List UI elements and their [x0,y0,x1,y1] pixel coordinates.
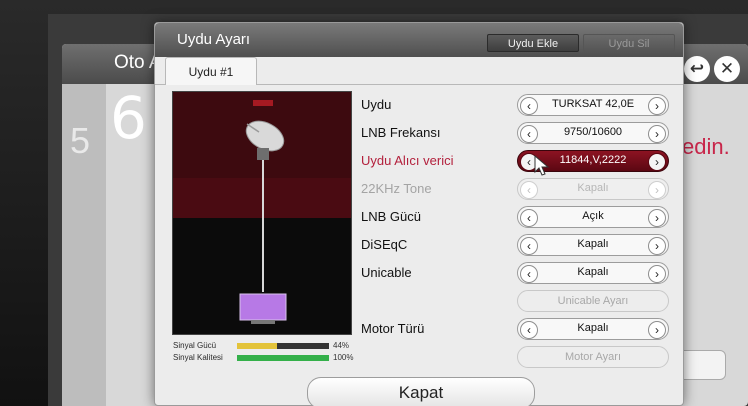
background-step-current: 6 [110,84,147,152]
chevron-right-icon[interactable]: › [648,321,666,339]
motor-type-value: Kapalı [577,322,609,334]
dialog-title: Uydu Ayarı [177,31,251,48]
background-step-panel: 5 [62,84,106,406]
signal-quality-track [237,355,329,361]
satellite-selector[interactable]: ‹ TURKSAT 42,0E › [517,94,669,116]
transponder-label: Uydu Alıcı verici [361,153,454,168]
motor-type-selector[interactable]: ‹ Kapalı › [517,318,669,340]
chevron-right-icon[interactable]: › [648,97,666,115]
chevron-right-icon[interactable]: › [648,125,666,143]
diseqc-label: DiSEqC [361,237,408,252]
chevron-left-icon[interactable]: ‹ [520,237,538,255]
motor-settings-button[interactable]: Motor Ayarı [517,346,669,368]
transponder-value: 11844,V,2222 [559,154,627,166]
lnb-power-selector[interactable]: ‹ Açık › [517,206,669,228]
tone-22khz-selector: ‹ Kapalı › [517,178,669,200]
lnb-frequency-selector[interactable]: ‹ 9750/10600 › [517,122,669,144]
chevron-right-icon[interactable]: › [648,153,666,171]
unicable-settings-button[interactable]: Unicable Ayarı [517,290,669,312]
tab-satellite-1[interactable]: Uydu #1 [165,57,257,85]
chevron-right-icon[interactable]: › [648,265,666,283]
satellite-dish-icon [239,100,287,324]
chevron-right-icon[interactable]: › [648,209,666,227]
lnb-power-label: LNB Gücü [361,209,421,224]
background-body-text: edin. [682,134,730,159]
dialog-header: Uydu Ayarı Uydu Ekle Uydu Sil [155,23,683,57]
satellite-preview [172,91,352,335]
chevron-left-icon[interactable]: ‹ [520,125,538,143]
lnb-power-value: Açık [582,210,604,222]
unicable-value: Kapalı [577,266,609,278]
chevron-left-icon[interactable]: ‹ [520,97,538,115]
lnb-frequency-value: 9750/10600 [563,126,623,138]
chevron-right-icon: › [648,181,666,199]
tone-22khz-label: 22KHz Tone [361,181,432,196]
delete-satellite-button[interactable]: Uydu Sil [583,34,675,52]
chevron-left-icon[interactable]: ‹ [520,265,538,283]
chevron-left-icon[interactable]: ‹ [520,209,538,227]
diseqc-selector[interactable]: ‹ Kapalı › [517,234,669,256]
motor-type-label: Motor Türü [361,321,425,336]
add-satellite-button[interactable]: Uydu Ekle [487,34,579,52]
close-button[interactable]: Kapat [307,377,535,406]
unicable-selector[interactable]: ‹ Kapalı › [517,262,669,284]
signal-power-track [237,343,329,349]
tone-22khz-value: Kapalı [577,182,609,194]
satellite-value: TURKSAT 42,0E [551,98,635,110]
signal-quality-value: 100% [333,353,354,362]
satellite-settings-dialog: Uydu Ayarı Uydu Ekle Uydu Sil Uydu #1 Si… [154,22,684,406]
lnb-frequency-label: LNB Frekansı [361,125,441,140]
background-step-previous: 5 [70,120,91,161]
signal-power-value: 44% [333,341,350,350]
signal-quality-label: Sinyal Kalitesi [173,353,223,362]
close-icon[interactable]: ✕ [714,56,740,82]
diseqc-value: Kapalı [577,238,609,250]
chevron-left-icon: ‹ [520,181,538,199]
chevron-right-icon[interactable]: › [648,237,666,255]
signal-power-label: Sinyal Gücü [173,341,217,350]
unicable-label: Unicable [361,265,412,280]
pointer-cursor-icon [534,155,550,176]
signal-quality-fill [237,355,329,361]
signal-power-fill [237,343,278,349]
back-icon[interactable]: ↩ [684,56,710,82]
satellite-label: Uydu [361,97,392,112]
chevron-left-icon[interactable]: ‹ [520,321,538,339]
